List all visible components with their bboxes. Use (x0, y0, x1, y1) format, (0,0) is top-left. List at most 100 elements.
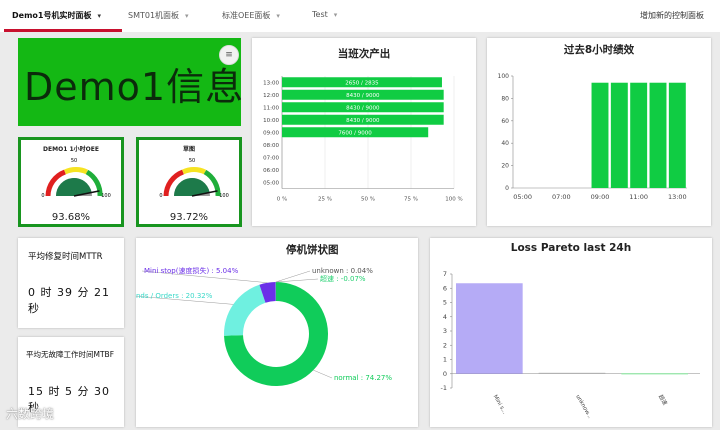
menu-icon[interactable]: ≡ (219, 45, 239, 65)
performance-bar-chart: 0 20 40 60 80 100 05:00 07:00 09:00 11:00 13:00 (498, 73, 687, 201)
mttr-panel: 平均修复时间MTTR 0 时 39 分 21 秒 (18, 238, 124, 328)
x-tick-label: 05:00 (513, 193, 532, 201)
tab-smt01-label: SMT01机面板 (128, 11, 180, 20)
bar-data-label: 8430 / 9000 (346, 118, 380, 124)
pareto-bar (538, 372, 606, 374)
gauge-value: 93.68% (51, 212, 91, 223)
gauge-tick-label: 0 (41, 193, 44, 199)
y-tick-label: 0 (443, 370, 447, 378)
mttr-title: 平均修复时间MTTR (28, 252, 103, 262)
performance-bar (630, 82, 648, 188)
slice-leader-line (275, 270, 311, 283)
x-tick-label: 25 % (318, 197, 332, 203)
y-tick-label: 11:00 (263, 105, 279, 111)
bar-data-label: 8430 / 9000 (346, 105, 380, 111)
donut-slice (224, 284, 266, 336)
watermark: 六数跨境 (6, 407, 55, 421)
y-tick-label: 08:00 (263, 143, 279, 149)
y-tick-label: 06:00 (263, 168, 279, 174)
gauge-tick-label: 50 (189, 158, 195, 164)
chevron-down-icon[interactable]: ▾ (276, 12, 280, 20)
y-tick-label: -1 (441, 384, 447, 392)
y-tick-label: 10:00 (263, 118, 279, 124)
tab-standard-oee-label: 标准OEE面板 (222, 11, 271, 20)
tab-demo1-label: Demo1号机实时面板 (12, 11, 92, 20)
bar-data-label: 8430 / 9000 (346, 93, 380, 99)
slice-label: unknown : 0.04% (312, 267, 373, 275)
performance-bar (668, 82, 686, 188)
y-tick-label: 3 (443, 327, 447, 335)
x-tick-label: 09:00 (591, 193, 610, 201)
bar-data-label: 2650 / 2835 (345, 80, 379, 86)
active-tab-indicator (4, 29, 122, 32)
add-panel-button[interactable]: 增加新的控制面板 (640, 10, 704, 21)
tab-test[interactable]: Test ▾ (312, 10, 337, 19)
x-tick-label: 0 % (277, 197, 287, 203)
pareto-bar-chart: -1 0 1 2 3 4 5 6 7 Mini s... unknow... 超速 (441, 270, 700, 420)
chevron-down-icon[interactable]: ▾ (334, 11, 338, 19)
slice-label: nds / Orders : 20.32% (136, 292, 213, 300)
y-tick-label: 4 (443, 313, 447, 321)
gauge-tick-label: 100 (101, 193, 111, 199)
tab-standard-oee[interactable]: 标准OEE面板 ▾ (222, 10, 280, 21)
mttr-value: 0 时 39 分 21 秒 (28, 286, 110, 315)
y-tick-label: 09:00 (263, 130, 279, 136)
info-banner: Demo1信息栏 ≡ (18, 38, 241, 126)
gauge-tick-label: 50 (71, 158, 77, 164)
gauge-tick-label: 100 (219, 193, 229, 199)
downtime-chart-panel: 停机饼状图 normal : 74.27% nds / Orders : 20.3… (136, 238, 418, 427)
gauge-value: 93.72% (169, 212, 209, 223)
x-tick-label: 11:00 (629, 193, 648, 201)
tab-bar: Demo1号机实时面板 ▾ SMT01机面板 ▾ 标准OEE面板 ▾ Test ▾ 增加… (0, 0, 720, 32)
y-tick-label: 7 (443, 270, 447, 278)
output-chart-panel: 当班次产出 0 % 25 % 50 % 75 % 100 % 13:00 2650 / 28… (252, 38, 476, 226)
x-tick-label: 07:00 (552, 193, 571, 201)
y-tick-label: 100 (498, 73, 510, 80)
gauge-dial: 50 0 100 (41, 158, 111, 199)
gauge-tick-label: 0 (159, 193, 162, 199)
tab-smt01[interactable]: SMT01机面板 ▾ (128, 10, 189, 21)
x-tick-label: 75 % (404, 197, 418, 203)
performance-chart-panel: 过去8小时绩效 0 20 40 60 80 100 05:00 07:00 09:00 11:00… (487, 38, 711, 226)
pareto-bar (456, 283, 523, 374)
pareto-chart-panel: Loss Pareto last 24h -1 0 1 2 3 4 5 6 7 Mini s...… (430, 238, 712, 427)
gauge-band-yellow (181, 167, 207, 175)
y-tick-label: 5 (443, 299, 447, 307)
chevron-down-icon[interactable]: ▾ (185, 12, 189, 20)
y-tick-label: 1 (443, 356, 447, 364)
chevron-down-icon[interactable]: ▾ (97, 12, 101, 20)
x-tick-label: 50 % (361, 197, 375, 203)
y-tick-label: 12:00 (263, 93, 279, 99)
slice-leader-line (275, 278, 319, 283)
y-tick-label: 20 (501, 163, 509, 170)
tab-test-label: Test (312, 10, 328, 19)
x-tick-label: unknow... (574, 394, 592, 420)
gauge-band-yellow (63, 167, 89, 175)
performance-bar (649, 82, 667, 188)
slice-label: 超速 : -0.07% (320, 274, 366, 283)
y-tick-label: 07:00 (263, 155, 279, 161)
y-tick-label: 60 (501, 118, 509, 125)
slice-label: Mini stop(速度损失) : 5.04% (144, 266, 239, 275)
y-tick-label: 40 (501, 140, 509, 147)
y-tick-label: 6 (443, 284, 447, 292)
gauge-dial: 50 0 100 (159, 158, 229, 199)
y-tick-label: 2 (443, 341, 447, 349)
performance-bar (591, 82, 609, 188)
downtime-donut-chart: normal : 74.27% nds / Orders : 20.32% Mini… (136, 266, 392, 386)
mtbf-title: 平均无故障工作时间MTBF (26, 350, 115, 359)
x-tick-label: 13:00 (668, 193, 687, 201)
y-tick-label: 0 (505, 185, 509, 192)
x-tick-label: 100 % (445, 197, 462, 203)
banner-text: Demo1信息栏 (24, 65, 241, 109)
slice-leader-line (313, 369, 333, 379)
y-tick-label: 80 (501, 95, 509, 102)
bar-data-label: 7600 / 9000 (338, 130, 372, 136)
x-tick-label: 超速 (657, 393, 670, 407)
output-bar-chart: 0 % 25 % 50 % 75 % 100 % 13:00 2650 / 2835 12:0… (263, 76, 463, 203)
gauge-panel-oee: DEMO1 1小时OEE 50 0 100 93.68% (18, 137, 124, 227)
slice-label: normal : 74.27% (334, 374, 392, 382)
gauge-panel-draft: 草图 50 0 100 93.72% (136, 137, 242, 227)
tab-demo1[interactable]: Demo1号机实时面板 ▾ (12, 10, 101, 21)
pareto-bar (621, 373, 688, 375)
